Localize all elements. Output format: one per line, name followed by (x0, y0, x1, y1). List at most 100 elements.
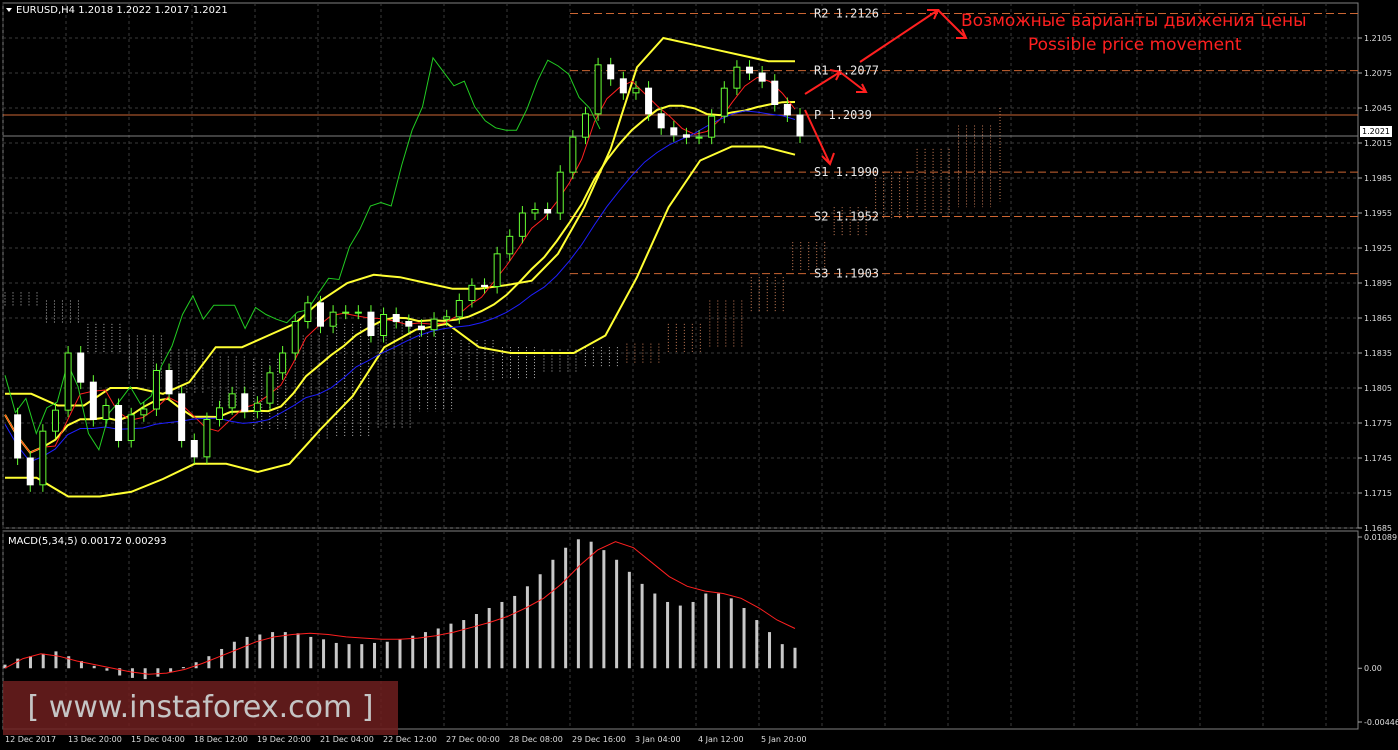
candle-body (316, 302, 324, 327)
macd-bar (360, 644, 364, 669)
macd-bar (589, 541, 593, 669)
annotation-en: Possible price movement (1028, 35, 1242, 55)
candle-body (178, 393, 186, 442)
x-tick-label: 19 Dec 20:00 (257, 735, 311, 744)
macd-bar (92, 665, 96, 669)
macd-bar (41, 653, 45, 669)
x-tick-label: 15 Dec 04:00 (131, 735, 185, 744)
pivot-label: R1 1.2077 (814, 64, 879, 78)
candle-body (203, 419, 211, 458)
x-tick-label: 5 Jan 20:00 (761, 735, 807, 744)
candle-body (468, 284, 476, 302)
macd-bar (309, 636, 313, 669)
macd-bar (525, 586, 529, 669)
macd-bar (373, 642, 377, 669)
candle-body (216, 407, 224, 421)
macd-bar (16, 658, 20, 669)
macd-bar (500, 601, 504, 669)
macd-bar (54, 651, 58, 669)
x-tick-label: 22 Dec 12:00 (383, 735, 437, 744)
macd-bar (742, 607, 746, 669)
y-tick-label: 1.2015 (1364, 139, 1392, 148)
macd-bar (691, 601, 695, 669)
y-tick-label: 1.1745 (1364, 454, 1392, 463)
candle-body (481, 284, 489, 288)
y-tick-label: 1.2075 (1364, 69, 1392, 78)
candle-body (581, 113, 589, 138)
x-tick-label: 29 Dec 16:00 (572, 735, 626, 744)
macd-bar (729, 598, 733, 669)
macd-bar (411, 635, 415, 669)
pivot-label: S1 1.1990 (814, 165, 879, 179)
y-tick-label: 1.1865 (1364, 314, 1392, 323)
candle-body (127, 414, 135, 442)
candle-body (619, 78, 627, 94)
x-tick-label: 27 Dec 00:00 (446, 735, 500, 744)
candle-body (733, 66, 741, 89)
macd-bar (385, 641, 389, 669)
candle-body (392, 314, 400, 322)
macd-bar (322, 639, 326, 669)
macd-bar (156, 668, 160, 677)
x-tick-label: 12 Dec 2017 (5, 735, 56, 744)
y-tick-label: 1.1805 (1364, 384, 1392, 393)
candle-body (329, 311, 337, 327)
candle-body (14, 414, 22, 459)
macd-bar (105, 668, 109, 671)
macd-bar (296, 633, 300, 669)
candle-body (228, 393, 236, 409)
current-price-label: 1.2021 (1362, 127, 1390, 136)
macd-bar (487, 607, 491, 669)
candle-body (190, 440, 198, 458)
candle-body (670, 127, 678, 136)
candle-body (594, 64, 602, 115)
candle-body (89, 381, 97, 420)
macd-bar (28, 656, 32, 669)
macd-y-tick-label: 0.01089 (1364, 533, 1397, 542)
candle-body (140, 408, 148, 416)
macd-bar (283, 632, 287, 669)
macd-bar (551, 559, 555, 669)
candle-body (367, 311, 375, 336)
pivot-label: S3 1.1903 (814, 267, 879, 281)
candle-body (253, 402, 261, 412)
macd-bar (653, 593, 657, 669)
macd-bar (627, 571, 631, 669)
macd-bar (67, 656, 71, 669)
macd-bar (615, 559, 619, 669)
macd-bar (169, 668, 173, 672)
candle-body (506, 235, 514, 255)
candle-body (695, 136, 703, 139)
candle-body (783, 104, 791, 116)
x-tick-label: 4 Jan 12:00 (698, 735, 744, 744)
macd-bar (474, 614, 478, 669)
candle-body (152, 370, 160, 410)
candle-body (518, 212, 526, 237)
candle-body (569, 136, 577, 173)
macd-bar (768, 632, 772, 669)
macd-bar (717, 593, 721, 669)
candle-body (443, 316, 451, 320)
annotation-ru: Возможные варианты движения цены (961, 11, 1307, 31)
y-tick-label: 1.1715 (1364, 489, 1392, 498)
candle-body (39, 430, 47, 486)
macd-y-tick-label: -0.00446 (1364, 718, 1398, 727)
candle-body (657, 113, 665, 129)
pivot-label: P 1.2039 (814, 108, 872, 122)
x-tick-label: 18 Dec 12:00 (194, 735, 248, 744)
macd-bar (704, 593, 708, 669)
candle-body (720, 87, 728, 117)
macd-bar (130, 668, 134, 678)
candle-body (531, 209, 539, 214)
x-tick-label: 3 Jan 04:00 (635, 735, 681, 744)
y-tick-label: 1.1895 (1364, 279, 1392, 288)
candle-body (771, 80, 779, 105)
x-tick-label: 21 Dec 04:00 (320, 735, 374, 744)
candle-body (102, 405, 110, 420)
macd-bar (602, 550, 606, 669)
macd-bar (398, 639, 402, 669)
macd-bar (666, 601, 670, 669)
macd-bar (462, 620, 466, 669)
candle-body (380, 314, 388, 336)
macd-bar (538, 574, 542, 669)
